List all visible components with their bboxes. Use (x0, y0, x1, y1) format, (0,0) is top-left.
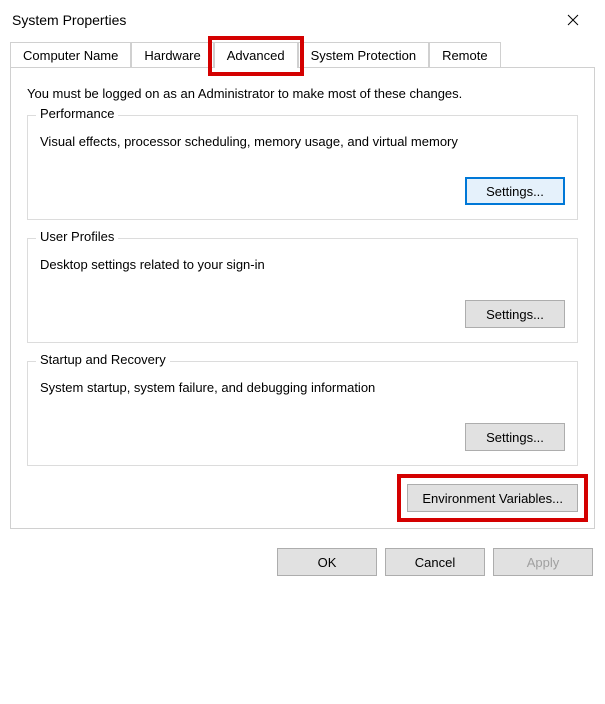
dialog-buttons: OK Cancel Apply (0, 530, 605, 586)
environment-variables-button[interactable]: Environment Variables... (407, 484, 578, 512)
tab-strip: Computer Name Hardware Advanced System P… (0, 36, 605, 68)
admin-notice: You must be logged on as an Administrato… (27, 86, 578, 101)
tab-hardware[interactable]: Hardware (131, 42, 213, 68)
tab-computer-name[interactable]: Computer Name (10, 42, 131, 68)
titlebar: System Properties (0, 0, 605, 36)
tab-system-protection[interactable]: System Protection (298, 42, 430, 68)
legend-user-profiles: User Profiles (36, 229, 118, 244)
apply-button[interactable]: Apply (493, 548, 593, 576)
legend-performance: Performance (36, 106, 118, 121)
tab-remote[interactable]: Remote (429, 42, 501, 68)
tab-panel-advanced: You must be logged on as an Administrato… (10, 67, 595, 529)
group-startup-recovery: Startup and Recovery System startup, sys… (27, 361, 578, 466)
close-icon (567, 14, 579, 26)
group-performance: Performance Visual effects, processor sc… (27, 115, 578, 220)
group-user-profiles: User Profiles Desktop settings related t… (27, 238, 578, 343)
ok-button[interactable]: OK (277, 548, 377, 576)
settings-button-startup-recovery[interactable]: Settings... (465, 423, 565, 451)
close-button[interactable] (553, 6, 593, 34)
settings-button-performance[interactable]: Settings... (465, 177, 565, 205)
desc-performance: Visual effects, processor scheduling, me… (40, 134, 565, 149)
settings-button-user-profiles[interactable]: Settings... (465, 300, 565, 328)
cancel-button[interactable]: Cancel (385, 548, 485, 576)
window-title: System Properties (12, 12, 126, 28)
tab-advanced[interactable]: Advanced (214, 42, 298, 68)
legend-startup-recovery: Startup and Recovery (36, 352, 170, 367)
desc-user-profiles: Desktop settings related to your sign-in (40, 257, 565, 272)
desc-startup-recovery: System startup, system failure, and debu… (40, 380, 565, 395)
